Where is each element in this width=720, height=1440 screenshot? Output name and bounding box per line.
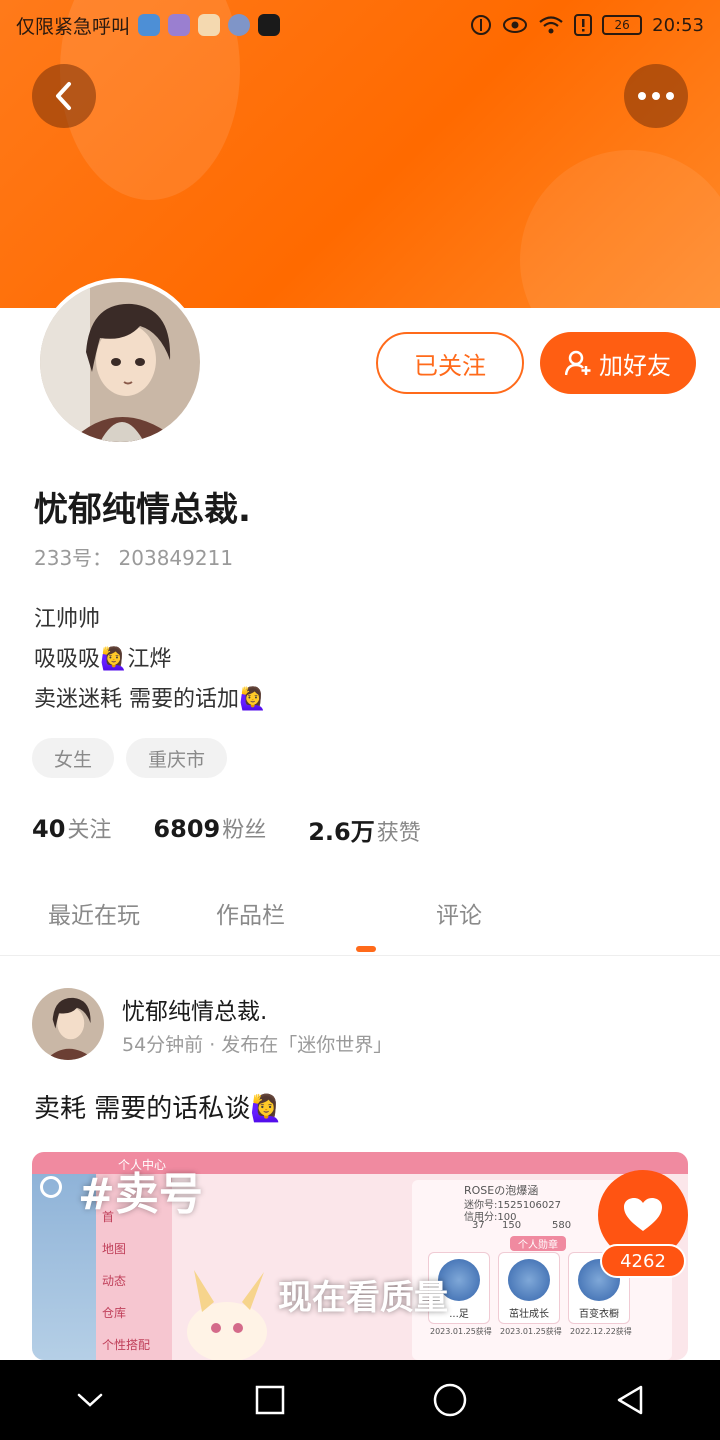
heart-icon	[624, 1198, 662, 1231]
following-count: 40	[32, 815, 66, 843]
post-author-name[interactable]: 忧郁纯情总裁.	[122, 992, 267, 1026]
game-nav-item: 地图	[102, 1242, 127, 1256]
avatar-image	[40, 282, 200, 442]
add-friend-button[interactable]: 加好友	[540, 332, 696, 394]
game-number: 37	[472, 1220, 485, 1231]
game-number: 150	[502, 1220, 522, 1231]
nav-collapse-button[interactable]	[50, 1360, 130, 1440]
nav-recents-button[interactable]	[230, 1360, 310, 1440]
profile-tabs: 最近在玩 作品栏 评论	[0, 884, 720, 956]
bio-line: 江帅帅	[34, 607, 101, 632]
data-saver-icon	[471, 15, 492, 35]
music-app-icon	[168, 14, 191, 36]
media-overlay-caption: 现在看质量	[278, 1278, 448, 1318]
shield-app-icon	[138, 14, 161, 36]
badge-date: 2023.01.25获得	[430, 1327, 492, 1336]
nav-back-chevron-icon	[77, 1393, 103, 1407]
profile-stats: 40关注 6809粉丝 2.6万获赞	[32, 812, 421, 847]
post-author-avatar[interactable]	[32, 988, 104, 1060]
followed-button[interactable]: 已关注	[376, 332, 524, 394]
tab-recently-played[interactable]: 最近在玩	[48, 896, 140, 930]
game-number: 580	[552, 1220, 572, 1231]
h-app-icon	[198, 14, 221, 36]
game-section-label: 个人勋章	[510, 1236, 566, 1251]
profile-username: 忧郁纯情总裁.	[34, 490, 251, 530]
post-text: 卖耗 需要的话私谈🙋‍♀️	[34, 1094, 283, 1124]
add-friend-label: 加好友	[599, 351, 671, 380]
tab-indicator	[356, 946, 376, 952]
badge-date: 2022.12.22获得	[570, 1327, 632, 1336]
bio-line: 卖迷迷耗 需要的话加🙋‍♀️	[34, 687, 267, 712]
game-ring-icon	[40, 1176, 62, 1198]
profile-id: 233号： 203849211	[34, 546, 234, 570]
capcut-app-icon	[258, 14, 281, 36]
tab-comments[interactable]: 评论	[436, 896, 482, 930]
profile-tags: 女生 重庆市	[32, 738, 228, 778]
nav-recents-icon	[255, 1385, 285, 1415]
nav-home-icon	[433, 1383, 467, 1417]
game-nav-item: 仓库	[102, 1306, 127, 1320]
badge-label: 茁壮成长	[509, 1309, 549, 1320]
back-button[interactable]	[32, 64, 96, 128]
eye-icon	[503, 17, 528, 33]
nav-back-triangle-icon	[617, 1385, 643, 1415]
fans-label: 粉丝	[222, 818, 267, 843]
media-overlay-tag: #卖号	[78, 1169, 203, 1220]
likes-label: 获赞	[376, 821, 421, 846]
like-count: 4262	[600, 1244, 686, 1278]
fans-stat[interactable]: 6809粉丝	[153, 812, 266, 847]
badge-label: 百变衣橱	[579, 1309, 619, 1320]
game-nav-item: 动态	[102, 1274, 127, 1288]
post-meta: 54分钟前 · 发布在「迷你世界」	[122, 1034, 393, 1056]
chevron-left-icon	[56, 82, 71, 110]
nav-back-button[interactable]	[590, 1360, 670, 1440]
add-user-icon	[565, 350, 591, 376]
game-badge: 茁壮成长	[498, 1252, 560, 1324]
likes-count: 2.6万	[308, 818, 375, 846]
avatar[interactable]	[36, 278, 204, 446]
wifi-icon	[539, 16, 563, 34]
header-decoration	[520, 150, 720, 308]
system-nav-bar	[0, 1360, 720, 1440]
post-media-image[interactable]: 个人中心 首 地图 动态 仓库 个性搭配 ROSEの泡爆涵 迷你号:152510…	[32, 1152, 688, 1360]
following-stat[interactable]: 40关注	[32, 812, 111, 847]
badge-date: 2023.01.25获得	[500, 1327, 562, 1336]
location-tag: 重庆市	[126, 738, 228, 778]
carrier-text: 仅限紧急呼叫	[16, 15, 131, 38]
status-bar: 仅限紧急呼叫 26 20:53	[0, 0, 720, 50]
game-nav-item: 个性搭配	[102, 1338, 151, 1352]
bio-line: 吸吸吸🙋‍♀️江烨	[34, 647, 172, 672]
likes-stat: 2.6万获赞	[308, 812, 421, 847]
gender-tag: 女生	[32, 738, 115, 778]
tab-works[interactable]: 作品栏	[216, 896, 285, 930]
fans-count: 6809	[153, 815, 221, 843]
game-character-illustration	[187, 1270, 267, 1360]
alert-icon	[574, 14, 593, 36]
battery-icon: 26	[602, 15, 643, 35]
following-label: 关注	[67, 818, 112, 843]
clock: 20:53	[652, 14, 704, 36]
more-dots-icon	[638, 92, 674, 100]
profile-bio: 江帅帅 吸吸吸🙋‍♀️江烨 卖迷迷耗 需要的话加🙋‍♀️	[34, 600, 266, 720]
nav-home-button[interactable]	[410, 1360, 490, 1440]
more-options-button[interactable]	[624, 64, 688, 128]
globe-app-icon	[228, 14, 251, 36]
